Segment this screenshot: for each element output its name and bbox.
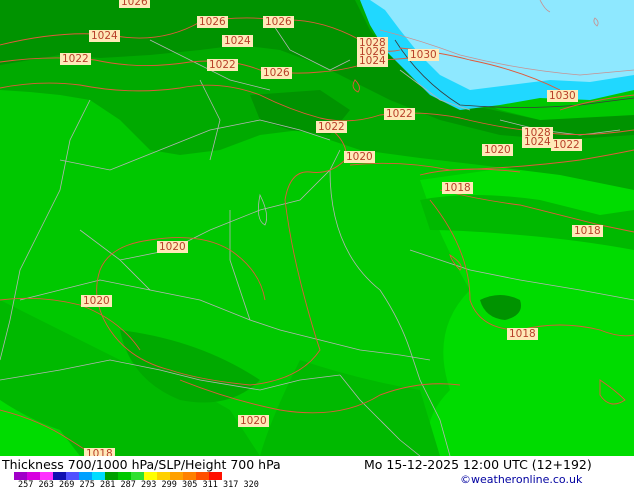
colorbar-swatch	[40, 472, 53, 480]
isobar-label: 1022	[60, 53, 91, 65]
isobar-label: 1026	[263, 16, 294, 28]
isobar-label: 1022	[207, 59, 238, 71]
colorbar-tick-label: 305	[182, 480, 198, 490]
isobar-label: 1018	[507, 328, 538, 340]
colorbar-tick-label: 320	[243, 480, 259, 490]
isobar-label: 1026	[119, 0, 150, 8]
isobar-label: 1030	[547, 90, 578, 102]
colorbar-tick-label: 275	[79, 480, 95, 490]
map-footer: Thickness 700/1000 hPa/SLP/Height 700 hP…	[0, 456, 634, 490]
colorbar-swatch	[118, 472, 131, 480]
colorbar-swatch	[170, 472, 183, 480]
colorbar-swatch	[14, 472, 27, 480]
isobar-label: 1030	[408, 49, 439, 61]
isobar-label: 1024	[522, 136, 553, 148]
isobar-label: 1018	[442, 182, 473, 194]
colorbar	[14, 472, 222, 480]
colorbar-swatch	[144, 472, 157, 480]
colorbar-swatch	[105, 472, 118, 480]
isobar-label: 1018	[572, 225, 603, 237]
colorbar-swatch	[157, 472, 170, 480]
isobar-label: 1020	[81, 295, 112, 307]
colorbar-tick-label: 287	[120, 480, 136, 490]
isobar-label: 1020	[238, 415, 269, 427]
colorbar-ticks: 257 263 269 275 281 287 293 299 305 311 317 320	[18, 480, 264, 490]
forecast-datetime: Mo 15-12-2025 12:00 UTC (12+192)	[364, 457, 592, 472]
colorbar-tick-label: 317	[223, 480, 239, 490]
thickness-map	[0, 0, 634, 456]
isobar-label: 1018	[84, 448, 115, 456]
isobar-label: 1024	[222, 35, 253, 47]
colorbar-swatch	[196, 472, 209, 480]
colorbar-swatch	[53, 472, 66, 480]
colorbar-swatch	[79, 472, 92, 480]
isobar-label: 1026	[197, 16, 228, 28]
colorbar-swatch	[209, 472, 222, 480]
map-canvas: 1026 1026 1026 1024 1024 1022 1022 1026 …	[0, 0, 634, 456]
isobar-label: 1024	[89, 30, 120, 42]
colorbar-tick-label: 293	[141, 480, 157, 490]
isobar-label: 1022	[551, 139, 582, 151]
isobar-label: 1022	[384, 108, 415, 120]
isobar-label: 1024	[357, 55, 388, 67]
colorbar-tick-label: 281	[100, 480, 116, 490]
colorbar-tick-label: 311	[202, 480, 218, 490]
credit-link[interactable]: ©weatheronline.co.uk	[460, 473, 582, 486]
colorbar-swatch	[27, 472, 40, 480]
colorbar-tick-label: 269	[59, 480, 75, 490]
colorbar-tick-label: 257	[18, 480, 34, 490]
isobar-label: 1020	[344, 151, 375, 163]
isobar-label: 1022	[316, 121, 347, 133]
colorbar-swatch	[66, 472, 79, 480]
colorbar-tick-label: 299	[161, 480, 177, 490]
map-title: Thickness 700/1000 hPa/SLP/Height 700 hP…	[2, 457, 281, 472]
colorbar-swatch	[131, 472, 144, 480]
colorbar-swatch	[92, 472, 105, 480]
colorbar-tick-label: 263	[38, 480, 54, 490]
isobar-label: 1020	[482, 144, 513, 156]
isobar-label: 1026	[261, 67, 292, 79]
colorbar-swatch	[183, 472, 196, 480]
isobar-label: 1020	[157, 241, 188, 253]
